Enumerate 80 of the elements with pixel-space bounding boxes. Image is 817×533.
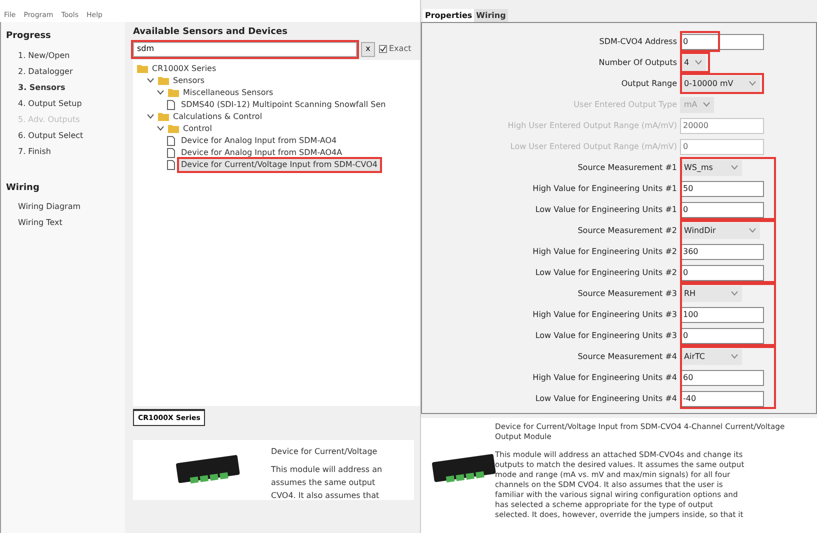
sidebar-item[interactable]: Wiring Text xyxy=(6,215,125,231)
input-field[interactable]: 50 xyxy=(680,180,764,196)
search-field[interactable]: sdm xyxy=(133,42,357,56)
input-field[interactable]: 100 xyxy=(680,306,764,322)
tree-item[interactable]: SDMS40 (SDI-12) Multipoint Scanning Snowfall Sen xyxy=(179,98,388,110)
folder-icon xyxy=(168,88,179,97)
dropdown[interactable]: 0-10000 mV xyxy=(680,76,760,92)
input-field[interactable]: 360 xyxy=(680,244,764,260)
caret-down-icon[interactable] xyxy=(147,78,154,83)
dropdown[interactable]: WindDir xyxy=(680,222,760,238)
panel-title: Available Sensors and Devices xyxy=(133,26,288,39)
field-label: High Value for Engineering Units #4 xyxy=(532,372,678,384)
tab[interactable]: Properties xyxy=(423,9,474,22)
folder-icon xyxy=(168,124,179,133)
field-label: Source Measurement #1 xyxy=(576,162,678,174)
field-label: SDM-CVO4 Address xyxy=(598,36,678,48)
field-label: Source Measurement #3 xyxy=(576,288,678,300)
sidebar-item[interactable]: 7. Finish xyxy=(6,144,125,160)
tree-item[interactable]: Calculations & Control xyxy=(173,110,262,122)
tree-item[interactable]: CR1000X Series xyxy=(152,62,216,74)
field-label: Source Measurement #4 xyxy=(576,350,678,362)
field-label: Low Value for Engineering Units #1 xyxy=(534,204,678,216)
field-label: Output Range xyxy=(620,78,678,90)
tree-item[interactable]: Miscellaneous Sensors xyxy=(183,86,274,98)
description-text: assumes the same output xyxy=(271,477,376,489)
input-field[interactable]: -40 xyxy=(680,390,764,406)
input-field[interactable]: 0 xyxy=(680,328,764,344)
chevron-icon xyxy=(749,228,756,233)
checkbox[interactable] xyxy=(379,45,387,53)
tree-item[interactable]: Device for Analog Input from SDM-AO4 xyxy=(179,134,339,146)
input-field[interactable]: 0 xyxy=(680,202,764,218)
sidebar-item[interactable]: Wiring Diagram xyxy=(6,199,125,215)
input-field[interactable]: 0 xyxy=(680,264,764,280)
checkbox-label: Exact xyxy=(389,43,412,55)
dropdown[interactable]: 4 xyxy=(680,54,706,70)
sidebar-item[interactable]: 4. Output Setup xyxy=(6,96,125,112)
field-label: High Value for Engineering Units #3 xyxy=(532,308,678,320)
description-text: This module will address an xyxy=(271,464,382,476)
clear-button[interactable]: x xyxy=(361,42,375,56)
field-label: High Value for Engineering Units #1 xyxy=(532,182,678,194)
tab[interactable]: Wiring xyxy=(474,9,508,22)
sidebar-item[interactable]: 6. Output Select xyxy=(6,128,125,144)
section-title: Progress xyxy=(6,30,52,43)
folder-icon xyxy=(158,112,169,121)
section-title: Wiring xyxy=(6,182,40,194)
field-label: High Value for Engineering Units #2 xyxy=(532,246,678,258)
field-label: Low Value for Engineering Units #3 xyxy=(534,330,678,342)
folder-icon xyxy=(137,64,148,73)
tree-item[interactable]: Device for Current/Voltage Input from SDM-CVO4 xyxy=(179,158,380,170)
tree-item[interactable]: Sensors xyxy=(173,74,205,86)
dropdown[interactable]: AirTC xyxy=(680,348,742,364)
sidebar-item[interactable]: 1. New/Open xyxy=(6,48,125,64)
input-field[interactable]: 0 xyxy=(680,34,764,50)
field-label: High User Entered Output Range (mA/mV) xyxy=(506,120,678,132)
tree-item[interactable]: Device for Analog Input from SDM-AO4A xyxy=(179,146,344,158)
description-text: CVO4. It also assumes that xyxy=(271,490,380,502)
caret-down-icon[interactable] xyxy=(157,126,164,131)
input-field[interactable]: 60 xyxy=(680,370,764,386)
chevron-icon xyxy=(731,291,738,296)
chevron-icon xyxy=(703,102,710,107)
chevron-icon xyxy=(731,354,738,359)
dropdown[interactable]: WS_ms xyxy=(680,160,742,176)
dropdown[interactable]: RH xyxy=(680,286,742,302)
folder-icon xyxy=(158,76,169,85)
caret-down-icon[interactable] xyxy=(147,114,154,119)
chevron-icon xyxy=(695,60,702,65)
chevron-icon xyxy=(731,165,738,170)
document-icon xyxy=(167,100,175,110)
field-label: Source Measurement #2 xyxy=(576,224,678,236)
field-label: User Entered Output Type xyxy=(572,98,678,110)
field-label: Low Value for Engineering Units #2 xyxy=(534,266,678,278)
chevron-icon xyxy=(749,81,756,86)
field-label: Low Value for Engineering Units #4 xyxy=(534,392,678,404)
caret-down-icon[interactable] xyxy=(157,90,164,95)
sidebar-item[interactable]: 3. Sensors xyxy=(6,80,125,96)
field-label: Number Of Outputs xyxy=(598,56,678,68)
tree-item[interactable]: Control xyxy=(183,122,212,134)
sidebar-item[interactable]: 2. Datalogger xyxy=(6,64,125,80)
field-label: Low User Entered Output Range (mA/mV) xyxy=(509,140,678,152)
description-text: Device for Current/Voltage xyxy=(271,446,378,458)
